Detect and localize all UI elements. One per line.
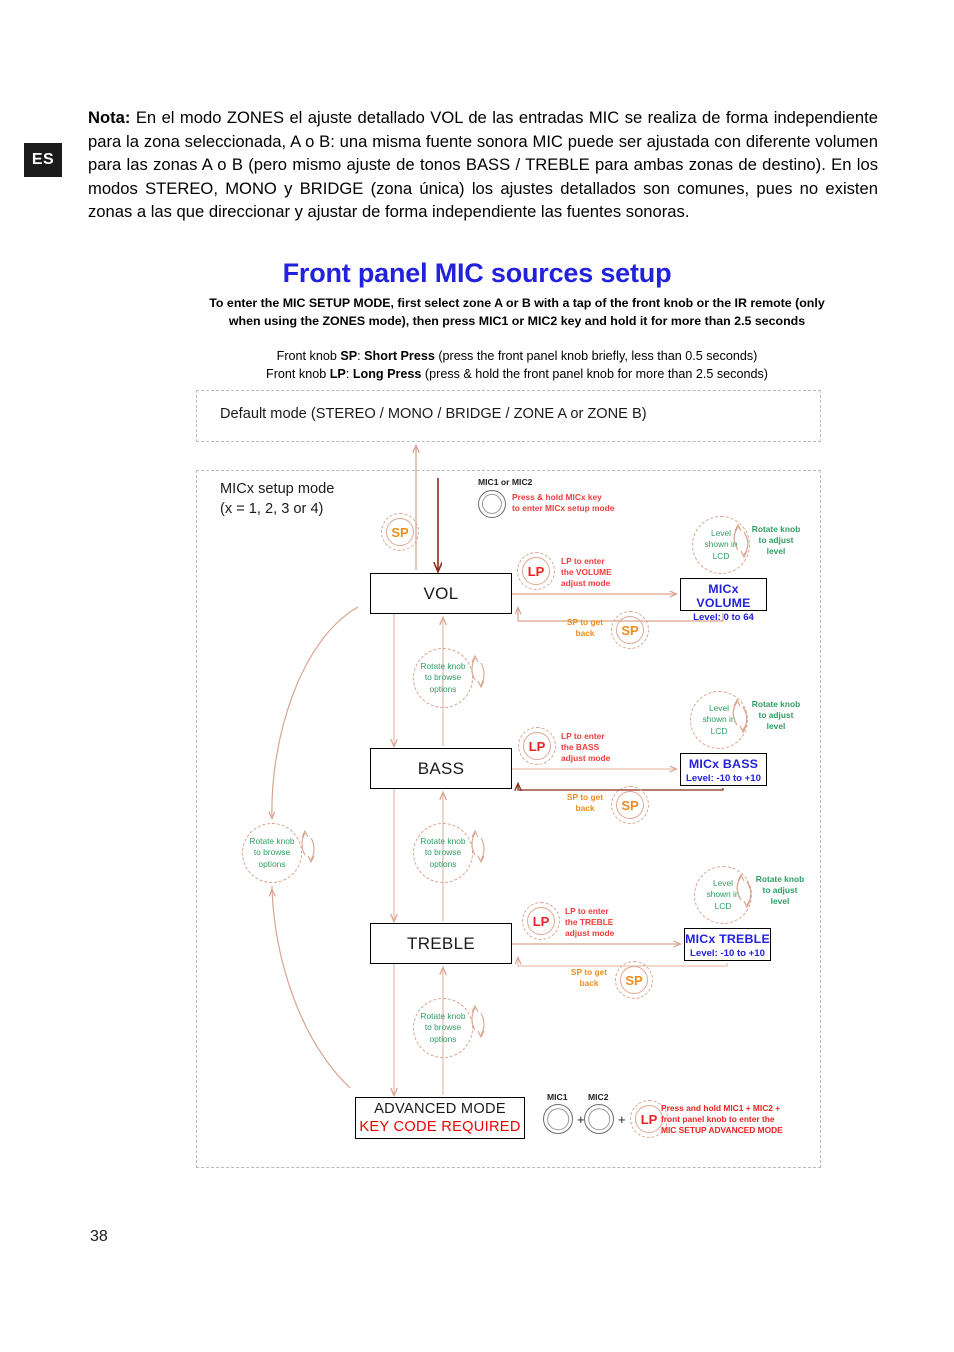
entry-note: Press & hold MICx key to enter MICx setu… bbox=[512, 492, 615, 514]
rotate-arrows-volume-icon bbox=[733, 523, 749, 559]
rotate-arrows-browse-left-icon bbox=[301, 829, 315, 864]
lp-token-label: LP bbox=[522, 557, 550, 585]
rotate-arrows-browse-2-icon bbox=[471, 829, 485, 864]
manual-page: ES Nota: En el modo ZONES el ajuste deta… bbox=[0, 0, 954, 1352]
node-vol[interactable]: VOL bbox=[370, 573, 512, 614]
rotate-arrows-treble-icon bbox=[736, 873, 752, 909]
legend-lp-mid: : bbox=[345, 367, 353, 381]
sp-token-bass-back: SP bbox=[611, 786, 649, 824]
advanced-mic1-label: MIC1 bbox=[547, 1092, 568, 1102]
legend-long-press: Front knob LP: Long Press (press & hold … bbox=[207, 365, 827, 384]
legend-lp-key: LP bbox=[329, 367, 346, 381]
rotate-browse-circle-2: Rotate knob to browse options bbox=[413, 823, 473, 883]
node-bass[interactable]: BASS bbox=[370, 748, 512, 789]
page-number: 38 bbox=[90, 1228, 108, 1245]
rotate-arrows-browse-1-icon bbox=[471, 654, 485, 689]
lp-token-label: LP bbox=[527, 907, 555, 935]
advanced-mode-title: ADVANCED MODE bbox=[374, 1100, 506, 1117]
lcd-bass-name: MICx BASS bbox=[688, 757, 759, 771]
lcd-volume: MICx VOLUME Level: 0 to 64 bbox=[680, 578, 767, 623]
caption-sp-back-bass: SP to get back bbox=[566, 792, 604, 814]
caption-rotate-adjust-treble: Rotate knob to adjust level bbox=[755, 874, 805, 907]
rotate-browse-circle-left: Rotate knob to browse options bbox=[242, 823, 302, 883]
rotate-browse-circle-3: Rotate knob to browse options bbox=[413, 998, 473, 1058]
lp-token-label: LP bbox=[635, 1105, 663, 1133]
page-title: Front panel MIC sources setup bbox=[282, 258, 672, 288]
lcd-bass-range: Level: -10 to +10 bbox=[686, 773, 761, 784]
note-paragraph: Nota: En el modo ZONES el ajuste detalla… bbox=[88, 106, 878, 224]
lp-token-treble: LP bbox=[522, 902, 560, 940]
legend-short-press: Front knob SP: Short Press (press the fr… bbox=[207, 347, 827, 366]
entry-knob-label: MIC1 or MIC2 bbox=[478, 477, 533, 487]
rotate-arrows-browse-3-icon bbox=[471, 1004, 485, 1039]
default-mode-label: Default mode (STEREO / MONO / BRIDGE / Z… bbox=[220, 406, 647, 422]
lp-token-label: LP bbox=[523, 732, 551, 760]
sp-token-label: SP bbox=[620, 966, 648, 994]
caption-lp-bass: LP to enter the BASS adjust mode bbox=[561, 731, 611, 764]
caption-sp-back-treble: SP to get back bbox=[570, 967, 608, 989]
caption-lp-treble: LP to enter the TREBLE adjust mode bbox=[565, 906, 615, 939]
sp-token-label: SP bbox=[616, 791, 644, 819]
sp-token-label: SP bbox=[386, 518, 414, 546]
advanced-mic1-knob-icon bbox=[543, 1104, 573, 1134]
node-treble[interactable]: TREBLE bbox=[370, 923, 512, 964]
node-advanced-mode[interactable]: ADVANCED MODE KEY CODE REQUIRED bbox=[355, 1097, 525, 1139]
caption-rotate-adjust-bass: Rotate knob to adjust level bbox=[751, 699, 801, 732]
advanced-mic2-label: MIC2 bbox=[588, 1092, 609, 1102]
caption-rotate-adjust-volume: Rotate knob to adjust level bbox=[751, 524, 801, 557]
note-body: En el modo ZONES el ajuste detallado VOL… bbox=[88, 108, 878, 222]
legend-lp-name: Long Press bbox=[352, 367, 422, 381]
legend-lp-prefix: Front knob bbox=[266, 367, 330, 381]
rotate-browse-circle-1: Rotate knob to browse options bbox=[413, 648, 473, 708]
lcd-volume-range: Level: 0 to 64 bbox=[693, 612, 754, 623]
rotate-arrows-bass-icon bbox=[732, 698, 748, 734]
sp-token-volume-back: SP bbox=[611, 611, 649, 649]
page-subtitle: To enter the MIC SETUP MODE, first selec… bbox=[209, 296, 825, 328]
sp-token-enter-setup: SP bbox=[381, 513, 419, 551]
sp-token-label: SP bbox=[616, 616, 644, 644]
caption-sp-back-volume: SP to get back bbox=[566, 617, 604, 639]
legend-lp-desc: (press & hold the front panel knob for m… bbox=[421, 367, 768, 381]
language-badge: ES bbox=[24, 143, 62, 177]
legend-sp-key: SP bbox=[340, 349, 358, 363]
lcd-bass: MICx BASS Level: -10 to +10 bbox=[680, 753, 767, 786]
lcd-treble-range: Level: -10 to +10 bbox=[690, 948, 765, 959]
legend-sp-prefix: Front knob bbox=[276, 349, 341, 363]
advanced-mic2-knob-icon bbox=[584, 1104, 614, 1134]
lcd-treble: MICx TREBLE Level: -10 to +10 bbox=[684, 928, 771, 961]
legend-sp-name: Short Press bbox=[364, 349, 435, 363]
sp-token-treble-back: SP bbox=[615, 961, 653, 999]
caption-lp-volume: LP to enter the VOLUME adjust mode bbox=[561, 556, 612, 589]
legend-sp-desc: (press the front panel knob briefly, les… bbox=[434, 349, 758, 363]
advanced-plus-2: + bbox=[618, 1112, 626, 1127]
lcd-volume-name: MICx VOLUME bbox=[696, 582, 751, 610]
note-label: Nota: bbox=[88, 108, 131, 127]
advanced-mode-subtitle: KEY CODE REQUIRED bbox=[359, 1119, 521, 1135]
lp-token-bass: LP bbox=[518, 727, 556, 765]
setup-mode-label: MICx setup mode (x = 1, 2, 3 or 4) bbox=[220, 481, 335, 517]
lcd-treble-name: MICx TREBLE bbox=[685, 932, 770, 946]
mic-entry-knob-icon bbox=[478, 490, 506, 518]
lp-token-volume: LP bbox=[517, 552, 555, 590]
caption-advanced-note: Press and hold MIC1 + MIC2 + front panel… bbox=[661, 1103, 783, 1136]
